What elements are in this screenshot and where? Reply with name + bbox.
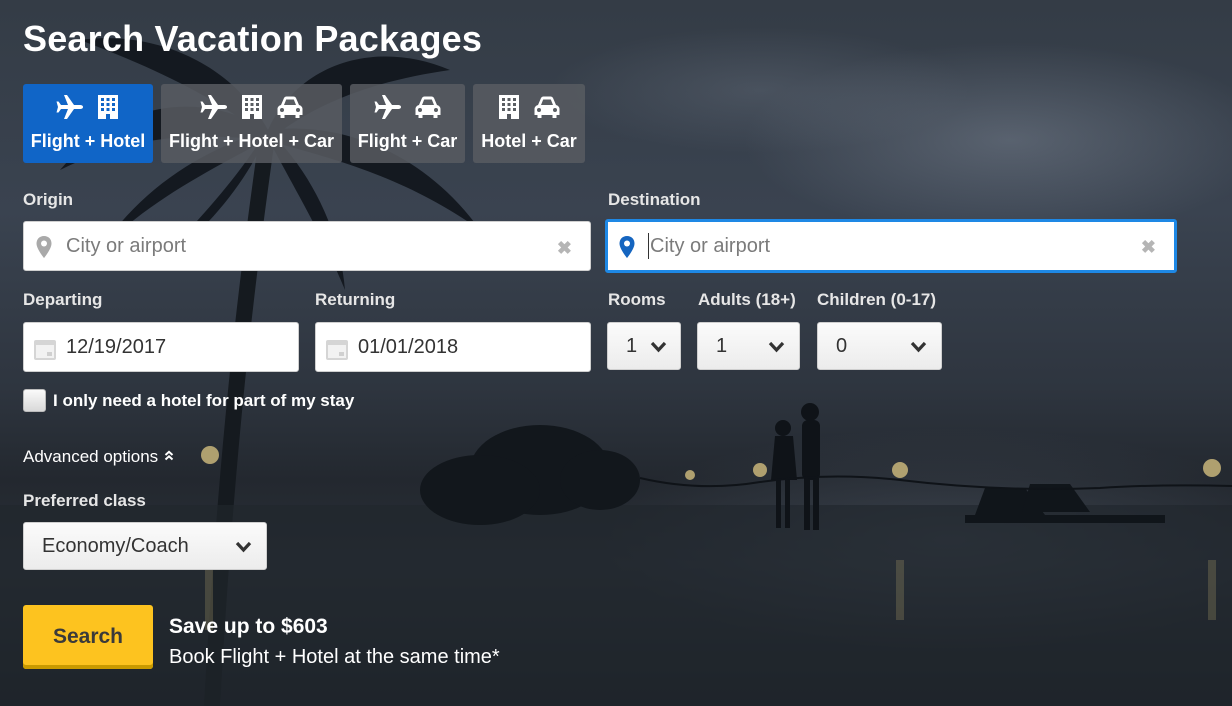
rooms-select[interactable]: 1 <box>607 322 681 370</box>
adults-select[interactable]: 1 <box>697 322 800 370</box>
returning-date-field[interactable]: 01/01/2018 <box>315 322 591 372</box>
promo-subtitle: Book Flight + Hotel at the same time* <box>169 646 500 668</box>
rooms-value: 1 <box>626 335 638 357</box>
partial-stay-checkbox[interactable] <box>23 389 46 412</box>
adults-value: 1 <box>716 335 728 357</box>
chevron-down-icon <box>910 340 927 358</box>
car-icon <box>414 95 442 124</box>
chevron-down-icon <box>235 540 252 558</box>
destination-input[interactable] <box>648 233 1124 259</box>
partial-stay-label[interactable]: I only need a hotel for part of my stay <box>53 391 354 411</box>
calendar-icon <box>325 339 349 366</box>
building-icon <box>96 94 120 125</box>
tab-flight-hotel[interactable]: Flight + Hotel <box>23 84 153 163</box>
tab-label: Flight + Hotel <box>30 131 146 151</box>
returning-date-value: 01/01/2018 <box>358 336 459 358</box>
tab-label: Hotel + Car <box>481 131 577 151</box>
clear-destination-icon[interactable]: ✖ <box>1141 237 1156 258</box>
clear-origin-icon[interactable]: ✖ <box>557 238 572 259</box>
children-label: Children (0-17) <box>817 290 937 309</box>
preferred-class-label: Preferred class <box>23 491 146 510</box>
departing-date-value: 12/19/2017 <box>66 336 167 358</box>
tab-flight-hotel-car[interactable]: Flight + Hotel + Car <box>161 84 342 163</box>
chevron-down-icon <box>768 340 785 358</box>
vacation-package-search-form: Search Vacation Packages Flight + Hotel <box>0 0 1232 706</box>
origin-label: Origin <box>23 190 74 209</box>
adults-label: Adults (18+) <box>698 290 796 309</box>
promo-title: Save up to $603 <box>169 615 328 638</box>
page-title: Search Vacation Packages <box>23 18 483 59</box>
advanced-options-toggle[interactable]: Advanced options <box>23 447 174 467</box>
map-pin-icon <box>35 235 53 264</box>
building-icon <box>497 94 521 125</box>
chevron-down-icon <box>650 340 667 358</box>
children-select[interactable]: 0 <box>817 322 942 370</box>
car-icon <box>276 95 304 124</box>
children-value: 0 <box>836 335 848 357</box>
airplane-icon <box>56 94 84 125</box>
tab-hotel-car[interactable]: Hotel + Car <box>473 84 585 163</box>
airplane-icon <box>374 94 402 125</box>
tab-label: Flight + Hotel + Car <box>168 131 335 151</box>
search-button[interactable]: Search <box>23 605 153 669</box>
advanced-options-label: Advanced options <box>23 447 159 466</box>
car-icon <box>533 95 561 124</box>
origin-input[interactable] <box>66 222 542 270</box>
map-pin-icon <box>618 235 636 264</box>
returning-label: Returning <box>315 290 396 309</box>
rooms-label: Rooms <box>608 290 666 309</box>
double-chevron-up-icon <box>161 450 174 464</box>
departing-date-field[interactable]: 12/19/2017 <box>23 322 299 372</box>
destination-label: Destination <box>608 190 701 209</box>
calendar-icon <box>33 339 57 366</box>
destination-field: ✖ <box>605 219 1177 273</box>
departing-label: Departing <box>23 290 103 309</box>
tab-flight-car[interactable]: Flight + Car <box>350 84 465 163</box>
building-icon <box>240 94 264 125</box>
preferred-class-value: Economy/Coach <box>42 535 189 557</box>
tab-label: Flight + Car <box>357 131 458 151</box>
origin-field: ✖ <box>23 221 591 271</box>
airplane-icon <box>200 94 228 125</box>
preferred-class-select[interactable]: Economy/Coach <box>23 522 267 570</box>
